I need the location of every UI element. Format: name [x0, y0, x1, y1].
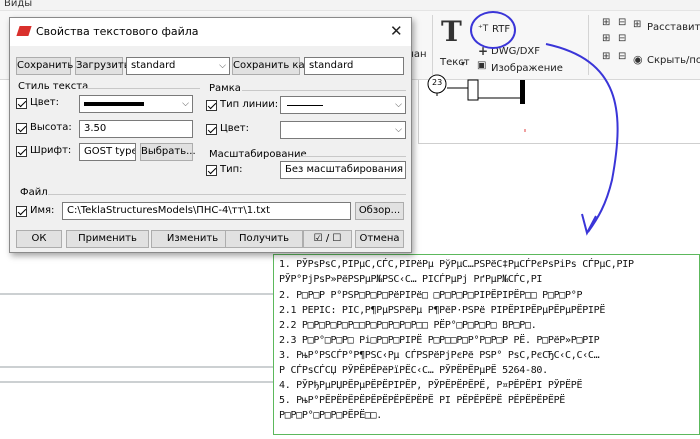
chevron-down-icon: ⌵ [395, 165, 402, 175]
frame-color-checkbox[interactable] [206, 124, 217, 135]
text-line: 3. РњР°РЅСЃР°Р¶РЅС‹Рµ СЃРЅРёРјРєРё РЅР° … [279, 350, 600, 361]
preset-select-value: standard [131, 60, 176, 71]
drawing-column [520, 80, 525, 104]
line-type-swatch [287, 105, 323, 106]
text-color-label: Цвет: [30, 97, 60, 108]
frame-group-label: Рамка [209, 83, 241, 94]
text-file-properties-dialog: Свойства текстового файла ✕ Сохранить За… [9, 17, 412, 253]
browse-button[interactable]: Обзор... [355, 202, 404, 220]
text-line: 1. РЎРѕРѕС‚РІРµС‚СЃС‚РІРёРµ РўРµС…РЅРёС‡… [279, 259, 634, 270]
save-as-button[interactable]: Сохранить как [232, 57, 311, 75]
font-checkbox[interactable] [16, 146, 27, 157]
load-button[interactable]: Загрузить [75, 57, 130, 75]
ok-button[interactable]: ОК [16, 230, 62, 248]
text-line: 2. Р□Р□Р Р°РЅР□Р□Р□РёРІРё□ □Р□Р□Р□РІРЁРІ… [279, 290, 583, 301]
text-line: 5. РњР°РЁРЁРЁРЁРЁРЁРЁРЁРЁРЁ РІ РЁРЁРЁРЁ … [279, 395, 566, 406]
color-swatch [84, 102, 144, 106]
line-type-checkbox[interactable] [206, 100, 217, 111]
text-line: 4. РЎРђРµРЏРЁРµРЁРЁРІРЁР, РЎРЁРЁРЁРЁ, Р¤… [279, 380, 583, 391]
save-button[interactable]: Сохранить [16, 57, 73, 75]
line-type-select[interactable]: ⌵ [280, 96, 406, 114]
text-line: 2.2 Р□Р□Р□Р□Р□□Р□Р□Р□Р□Р□□ РЁР°□Р□Р□Р□ В… [279, 320, 537, 331]
get-button[interactable]: Получить [225, 230, 303, 248]
file-name-checkbox[interactable] [16, 206, 27, 217]
group-divider [48, 194, 406, 195]
annotation-arrow [545, 43, 619, 233]
dialog-title: Свойства текстового файла [36, 25, 199, 38]
scaling-type-label: Тип: [220, 164, 243, 175]
file-name-label: Имя: [30, 205, 55, 216]
chevron-down-icon: ⌵ [395, 100, 402, 110]
save-as-input[interactable]: standard [304, 57, 404, 75]
close-icon[interactable]: ✕ [390, 22, 403, 40]
text-line: РЎР°РјРѕР»РёРЅРµР№РЅС‹С… РІСЃРµРј РґРµР№… [279, 274, 543, 285]
select-toggle-button[interactable]: ☑ / ☐ [303, 230, 352, 248]
app-logo-icon [16, 26, 32, 36]
height-checkbox[interactable] [16, 123, 27, 134]
chevron-down-icon: ⌵ [219, 61, 226, 71]
frame-color-select[interactable]: ⌵ [280, 121, 406, 139]
dialog-titlebar[interactable]: Свойства текстового файла ✕ [10, 18, 411, 46]
cancel-button[interactable]: Отмена [355, 230, 404, 248]
text-line: Р□Р□Р°□Р□Р□РЁРЁ□□. [279, 410, 382, 421]
height-label: Высота: [30, 122, 72, 133]
preset-select[interactable]: standard ⌵ [126, 57, 230, 75]
text-color-checkbox[interactable] [16, 98, 27, 109]
font-input[interactable]: GOST type A [79, 143, 136, 161]
file-group-label: Файл [20, 187, 48, 198]
group-divider [300, 156, 406, 157]
height-input[interactable]: 3.50 [79, 120, 193, 138]
text-preview-panel[interactable]: 1. РЎРѕРѕС‚РІРµС‚СЃС‚РІРёРµ РўРµС…РЅРёС‡… [273, 254, 700, 435]
text-line: 2.3 Р□Р°□Р□Р□ Рі□Р□Р□РІРЁ Р□Р□□Р□Р°Р□Р□Р… [279, 335, 600, 346]
chevron-down-icon: ⌵ [182, 99, 189, 109]
scaling-type-checkbox[interactable] [206, 165, 217, 176]
scaling-type-select[interactable]: Без масштабирования ⌵ [280, 161, 406, 179]
scaling-group-label: Масштабирование [209, 149, 307, 160]
text-color-select[interactable]: ⌵ [79, 95, 193, 113]
font-label: Шрифт: [30, 145, 72, 156]
choose-font-button[interactable]: Выбрать... [140, 143, 196, 161]
apply-button[interactable]: Применить [66, 230, 149, 248]
drawing-callout-label: 23 [432, 78, 443, 87]
text-line: Р СЃРѕСЃСЏ РЎРЁРЁРёРїРЁС‹С… РЎРЁРЁРµРЁ 5… [279, 365, 548, 376]
line-type-label: Тип линии: [220, 99, 279, 110]
text-style-group-label: Стиль текста [18, 81, 89, 92]
chevron-down-icon: ⌵ [395, 125, 402, 135]
text-line: 2.1 РЕРІС: РІС‚Р¶РµРЅРёРµ Р¶РёР·РЅРё РІР… [279, 305, 606, 316]
file-path-input[interactable]: C:\TeklaStructuresModels\ПНС-4\тт\1.txt [62, 202, 351, 220]
drawing-block [467, 79, 479, 101]
group-divider [242, 90, 406, 91]
group-divider [80, 88, 200, 89]
scaling-type-value: Без масштабирования [285, 164, 403, 175]
modify-button[interactable]: Изменить [151, 230, 234, 248]
frame-color-label: Цвет: [220, 123, 250, 134]
